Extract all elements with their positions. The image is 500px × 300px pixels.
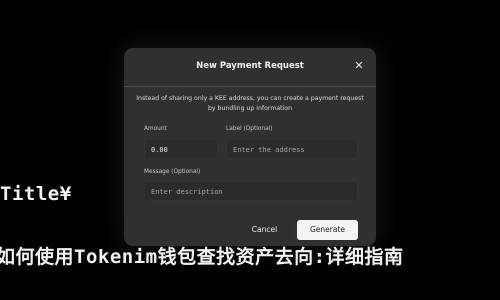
message-input[interactable]: Enter description	[144, 181, 358, 201]
dialog-description: Instead of sharing only a KEE address, y…	[136, 95, 364, 112]
amount-input[interactable]: 0.00	[144, 139, 218, 159]
message-label: Message (Optional)	[144, 169, 201, 175]
background-heading: 如何使用Tokenim钱包查找资产去向:详细指南	[0, 246, 404, 268]
cancel-button[interactable]: Cancel	[237, 220, 292, 240]
background-title: Title¥	[0, 183, 72, 205]
label-input[interactable]: Enter the address	[226, 139, 358, 159]
label-field-label: Label (Optional)	[226, 126, 273, 132]
dialog-header: New Payment Request ✕	[124, 48, 376, 87]
close-icon[interactable]: ✕	[352, 59, 366, 73]
amount-label: Amount	[144, 126, 167, 132]
generate-button[interactable]: Generate	[297, 220, 358, 240]
dialog-title: New Payment Request	[196, 61, 304, 71]
